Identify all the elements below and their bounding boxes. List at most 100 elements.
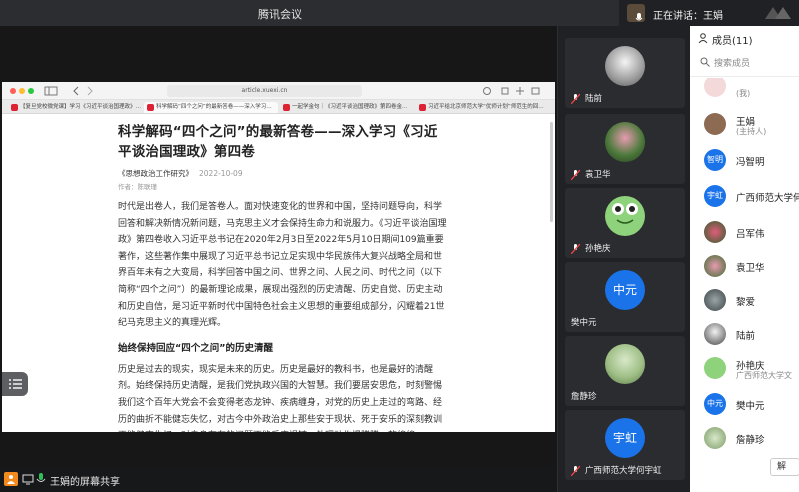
participant-name: 广西师范大学何宇虹 bbox=[585, 466, 662, 476]
member-avatar bbox=[704, 289, 726, 311]
title-bar: 腾讯会议 正在讲话：王娟 bbox=[0, 0, 799, 26]
video-tile[interactable]: 陆前 bbox=[565, 38, 685, 108]
meeting-logo-icon bbox=[765, 7, 791, 19]
member-role: (我) bbox=[736, 89, 751, 98]
article-content: 科学解码“四个之问”的最新答卷——深入学习《习近平谈治国理政》第四卷 《思想政治… bbox=[118, 122, 450, 432]
video-gallery: 陆前 袁卫华 孙艳庆 中元 樊中元 詹静珍 宇虹 广西师范大学何宇虹 bbox=[557, 26, 690, 492]
mic-muted-icon bbox=[571, 94, 580, 104]
participant-name: 孙艳庆 bbox=[585, 244, 611, 254]
video-tile[interactable]: 宇虹 广西师范大学何宇虹 bbox=[565, 410, 685, 480]
video-tile[interactable]: 詹静珍 bbox=[565, 336, 685, 406]
mic-muted-icon bbox=[571, 466, 580, 476]
participant-avatar bbox=[605, 196, 645, 236]
members-panel: 成员(11) 搜索成员 (我) 王娟 (主持人) 智明 冯智明 宇虹 广西师范大… bbox=[690, 26, 799, 492]
article-meta: 《思想政治工作研究》 2022-10-09 bbox=[118, 168, 450, 179]
shared-browser-window: article.xuexi.cn 【复旦党校微党课】学习《习近平谈治国理政》… … bbox=[2, 82, 555, 432]
mic-icon[interactable] bbox=[36, 473, 46, 485]
member-item[interactable]: 王娟 (主持人) bbox=[690, 104, 799, 142]
member-item[interactable]: 吕军伟 bbox=[690, 212, 799, 250]
members-count: 成员(11) bbox=[712, 36, 753, 47]
member-name: 黎爱 bbox=[736, 297, 756, 308]
back-icon[interactable] bbox=[72, 86, 80, 96]
video-tile[interactable]: 中元 樊中元 bbox=[565, 262, 685, 332]
browser-actions-icon[interactable] bbox=[482, 86, 542, 96]
member-item[interactable]: 黎爱 bbox=[690, 280, 799, 318]
address-bar[interactable]: article.xuexi.cn bbox=[167, 85, 362, 97]
participant-avatar: 宇虹 bbox=[605, 418, 645, 458]
search-placeholder: 搜索成员 bbox=[714, 59, 751, 69]
member-item[interactable]: 詹静珍 bbox=[690, 418, 799, 456]
member-list[interactable]: (我) 王娟 (主持人) 智明 冯智明 宇虹 广西师范大学何 吕军伟 袁卫华 黎… bbox=[690, 78, 799, 492]
members-header: 成员(11) bbox=[698, 32, 753, 47]
member-avatar bbox=[704, 255, 726, 277]
member-avatar bbox=[704, 78, 726, 97]
member-item[interactable]: 孙艳庆 广西师范大学文 bbox=[690, 348, 799, 386]
article-subheading: 始终保持回应“四个之问”的历史清醒 bbox=[118, 342, 273, 354]
browser-tab[interactable]: 【复旦党校微党课】学习《习近平谈治国理政》… bbox=[8, 102, 142, 113]
member-role: (主持人) bbox=[736, 127, 767, 136]
maximize-window-icon[interactable] bbox=[28, 88, 34, 94]
tencent-meeting-window: 腾讯会议 正在讲话：王娟 article.xuexi.cn 【复旦党校微党课】学… bbox=[0, 0, 799, 492]
member-name: 詹静珍 bbox=[736, 435, 765, 446]
article-title: 科学解码“四个之问”的最新答卷——深入学习《习近平谈治国理政》第四卷 bbox=[118, 124, 438, 160]
article-paragraph: 时代是出卷人，我们是答卷人。面对快速变化的世界和中国，坚持问题导向，科学回答和解… bbox=[118, 202, 447, 329]
article-author: 作者：陈联瑾 bbox=[118, 183, 157, 191]
member-search-input[interactable]: 搜索成员 bbox=[698, 54, 798, 70]
member-avatar: 宇虹 bbox=[704, 185, 726, 207]
speaking-indicator: 正在讲话：王娟 bbox=[619, 0, 799, 26]
video-tile[interactable]: 袁卫华 bbox=[565, 114, 685, 184]
participant-name: 陆前 bbox=[585, 94, 603, 104]
browser-tab-active[interactable]: 科学解码“四个之问”的最新答卷——深入学习… bbox=[144, 102, 278, 113]
screen-share-icon[interactable] bbox=[4, 472, 18, 486]
member-item[interactable]: 袁卫华 bbox=[690, 246, 799, 284]
browser-tab[interactable]: 一起学金句｜《习近平谈治国理政》第四卷金… bbox=[280, 102, 414, 113]
member-avatar: 中元 bbox=[704, 393, 726, 415]
member-avatar: 智明 bbox=[704, 149, 726, 171]
member-item[interactable]: 陆前 bbox=[690, 314, 799, 352]
member-role: 广西师范大学文 bbox=[736, 371, 792, 380]
divider bbox=[690, 76, 799, 77]
screen-share-label: 王娟的屏幕共享 bbox=[50, 477, 120, 488]
article-paragraph: 历史是过去的现实，现实是未来的历史。历史是最好的教科书，也是最好的清醒剂。始终保… bbox=[118, 364, 443, 432]
article-date: 2022-10-09 bbox=[199, 169, 243, 178]
member-name: 陆前 bbox=[736, 331, 756, 342]
screen-share-area: article.xuexi.cn 【复旦党校微党课】学习《习近平谈治国理政》… … bbox=[0, 26, 557, 466]
unmute-all-button[interactable]: 解 bbox=[770, 458, 799, 476]
browser-tab-strip: 【复旦党校微党课】学习《习近平谈治国理政》… 科学解码“四个之问”的最新答卷——… bbox=[2, 100, 555, 114]
member-item[interactable]: 宇虹 广西师范大学何 bbox=[690, 176, 799, 214]
participant-avatar bbox=[605, 46, 645, 86]
article-source[interactable]: 《思想政治工作研究》 bbox=[118, 169, 193, 178]
member-name: 吕军伟 bbox=[736, 229, 765, 240]
participant-avatar: 中元 bbox=[605, 270, 645, 310]
member-name: 冯智明 bbox=[736, 157, 765, 168]
bottom-bar: 王娟的屏幕共享 bbox=[0, 466, 557, 492]
member-item[interactable]: 中元 樊中元 bbox=[690, 384, 799, 422]
close-window-icon[interactable] bbox=[10, 88, 16, 94]
mic-muted-icon bbox=[571, 244, 580, 254]
member-name: 袁卫华 bbox=[736, 263, 765, 274]
minimize-window-icon[interactable] bbox=[19, 88, 25, 94]
screen-icon[interactable] bbox=[22, 473, 34, 485]
member-avatar bbox=[704, 113, 726, 135]
member-avatar bbox=[704, 357, 726, 379]
browser-scrollbar[interactable] bbox=[550, 122, 553, 222]
person-icon bbox=[698, 33, 708, 43]
table-of-contents-button[interactable] bbox=[2, 372, 28, 396]
browser-toolbar: article.xuexi.cn bbox=[2, 82, 555, 100]
member-item[interactable]: (我) bbox=[690, 78, 799, 104]
member-avatar bbox=[704, 221, 726, 243]
participant-name: 袁卫华 bbox=[585, 170, 611, 180]
app-title: 腾讯会议 bbox=[258, 8, 302, 21]
search-icon bbox=[700, 57, 710, 67]
forward-icon[interactable] bbox=[86, 86, 94, 96]
participant-name: 樊中元 bbox=[571, 318, 597, 328]
frog-avatar-icon bbox=[612, 203, 638, 224]
participant-avatar bbox=[605, 344, 645, 384]
mic-muted-icon bbox=[571, 170, 580, 180]
video-tile[interactable]: 孙艳庆 bbox=[565, 188, 685, 258]
sidebar-toggle-icon[interactable] bbox=[44, 86, 64, 96]
member-item[interactable]: 智明 冯智明 bbox=[690, 140, 799, 178]
member-avatar bbox=[704, 323, 726, 345]
browser-tab[interactable]: 习近平给北京师范大学“优师计划”师范生的回… bbox=[416, 102, 550, 113]
participant-avatar bbox=[605, 122, 645, 162]
